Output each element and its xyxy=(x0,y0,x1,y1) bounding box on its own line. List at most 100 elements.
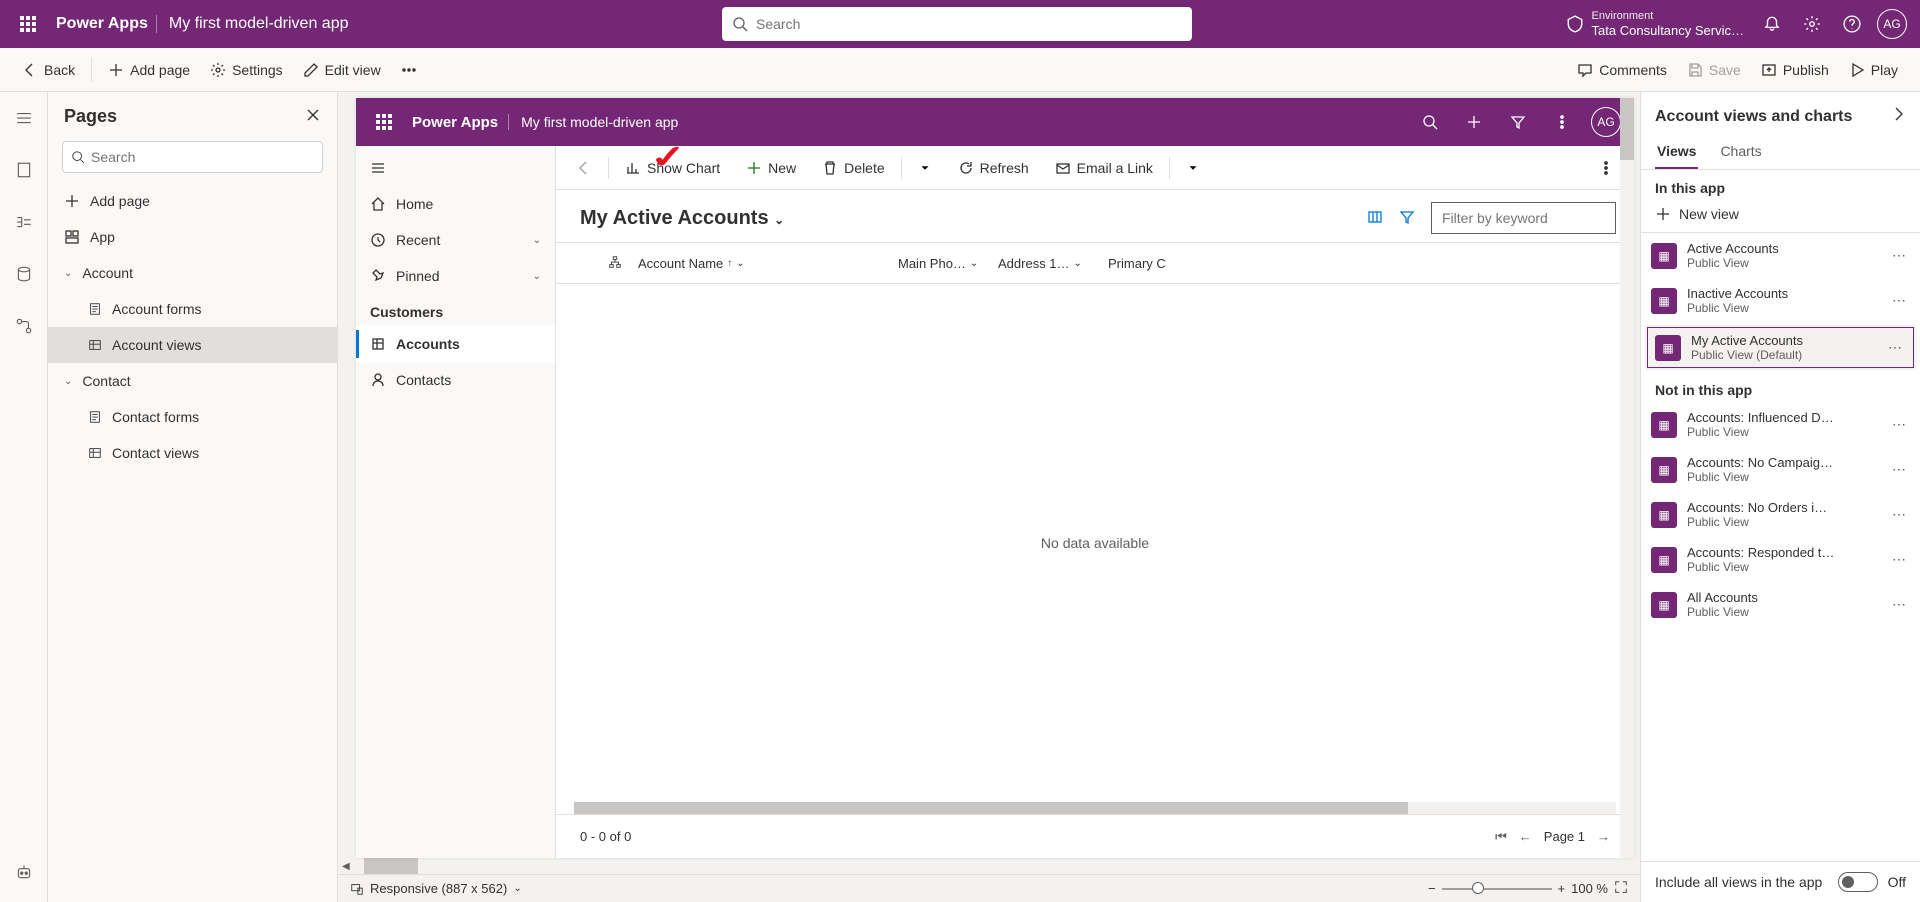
view-row-selected[interactable]: ▦ My Active AccountsPublic View (Default… xyxy=(1645,325,1916,370)
include-views-toggle[interactable] xyxy=(1838,872,1878,892)
account-avatar[interactable]: AG xyxy=(1872,4,1912,44)
page-next-icon[interactable]: → xyxy=(1597,829,1610,844)
play-button[interactable]: Play xyxy=(1839,56,1908,84)
nav-accounts[interactable]: Accounts xyxy=(356,326,555,362)
page-item-contact-views[interactable]: Contact views xyxy=(48,435,337,471)
page-prev-icon[interactable]: ← xyxy=(1519,829,1532,844)
nav-pinned[interactable]: Pinned⌄ xyxy=(356,258,555,294)
preview-app-launcher[interactable] xyxy=(364,102,404,142)
view-row[interactable]: ▦ Accounts: No Orders i…Public View ⋯ xyxy=(1641,492,1920,537)
pages-rail-icon[interactable] xyxy=(8,154,40,186)
show-chart-button[interactable]: Show Chart xyxy=(615,154,730,182)
view-row[interactable]: ▦ All AccountsPublic View ⋯ xyxy=(1641,582,1920,627)
view-more-button[interactable]: ⋯ xyxy=(1888,551,1910,568)
fit-button[interactable] xyxy=(1614,880,1628,897)
overflow-button[interactable] xyxy=(391,56,427,84)
edit-columns-button[interactable] xyxy=(1367,209,1383,228)
automation-rail-icon[interactable] xyxy=(8,310,40,342)
keyword-filter-input[interactable] xyxy=(1431,202,1616,234)
preview-hamburger[interactable] xyxy=(356,150,555,186)
preview-add-icon[interactable] xyxy=(1454,102,1494,142)
page-item-app[interactable]: App xyxy=(48,219,337,255)
chevron-down-icon xyxy=(918,161,932,175)
view-selector[interactable]: My Active Accounts ⌄ xyxy=(580,207,784,230)
view-more-button[interactable]: ⋯ xyxy=(1884,339,1906,356)
zoom-slider[interactable] xyxy=(1442,888,1552,890)
view-row[interactable]: ▦ Accounts: Influenced D…Public View ⋯ xyxy=(1641,402,1920,447)
preview-brand: Power Apps xyxy=(412,114,498,131)
page-first-icon[interactable]: ⏮ xyxy=(1495,829,1507,845)
pages-search[interactable] xyxy=(62,141,323,173)
delete-button[interactable]: Delete xyxy=(812,154,894,182)
properties-title: Account views and charts xyxy=(1655,108,1852,126)
delete-split-button[interactable] xyxy=(908,155,942,181)
preview-filter-icon[interactable] xyxy=(1498,102,1538,142)
page-item-account-views[interactable]: Account views xyxy=(48,327,337,363)
tab-charts[interactable]: Charts xyxy=(1718,135,1763,169)
view-row[interactable]: ▦ Accounts: No Campaig…Public View ⋯ xyxy=(1641,447,1920,492)
publish-button[interactable]: Publish xyxy=(1751,56,1839,84)
tree-rail-icon[interactable] xyxy=(8,206,40,238)
close-panel-button[interactable] xyxy=(305,107,321,126)
global-search-input[interactable] xyxy=(756,16,1182,32)
view-more-button[interactable]: ⋯ xyxy=(1888,292,1910,309)
preview-overflow[interactable] xyxy=(1588,154,1624,182)
filter-button[interactable] xyxy=(1399,209,1415,228)
view-row[interactable]: ▦ Active AccountsPublic View ⋯ xyxy=(1641,233,1920,278)
grid-horizontal-scrollbar[interactable] xyxy=(574,802,1616,814)
new-view-button[interactable]: New view xyxy=(1641,200,1920,232)
page-item-account[interactable]: ⌄ Account xyxy=(48,255,337,291)
view-more-button[interactable]: ⋯ xyxy=(1888,596,1910,613)
data-rail-icon[interactable] xyxy=(8,258,40,290)
back-button[interactable]: Back xyxy=(12,56,85,84)
view-icon xyxy=(88,338,102,352)
nav-recent[interactable]: Recent⌄ xyxy=(356,222,555,258)
col-address1[interactable]: Address 1… ⌄ xyxy=(998,256,1108,271)
comments-button[interactable]: Comments xyxy=(1567,56,1677,84)
email-link-button[interactable]: Email a Link xyxy=(1045,154,1163,182)
view-more-button[interactable]: ⋯ xyxy=(1888,461,1910,478)
col-main-phone[interactable]: Main Pho… ⌄ xyxy=(898,256,998,271)
view-more-button[interactable]: ⋯ xyxy=(1888,416,1910,433)
environment-picker[interactable]: Environment Tata Consultancy Servic… xyxy=(1566,10,1744,39)
play-icon xyxy=(1849,62,1865,78)
preview-search-icon[interactable] xyxy=(1410,102,1450,142)
refresh-button[interactable]: Refresh xyxy=(948,154,1039,182)
tab-views[interactable]: Views xyxy=(1655,135,1698,169)
form-icon xyxy=(88,410,102,424)
page-item-contact-forms[interactable]: Contact forms xyxy=(48,399,337,435)
view-more-button[interactable]: ⋯ xyxy=(1888,247,1910,264)
view-more-button[interactable]: ⋯ xyxy=(1888,506,1910,523)
new-button[interactable]: New xyxy=(736,154,806,182)
page-item-account-forms[interactable]: Account forms xyxy=(48,291,337,327)
forward-button[interactable] xyxy=(1890,106,1906,127)
col-primary[interactable]: Primary C xyxy=(1108,256,1166,271)
settings-icon[interactable] xyxy=(1792,4,1832,44)
zoom-in-button[interactable]: + xyxy=(1558,881,1566,896)
search-icon xyxy=(732,16,748,32)
hamburger-icon[interactable] xyxy=(8,102,40,134)
view-row[interactable]: ▦ Inactive AccountsPublic View ⋯ xyxy=(1641,278,1920,323)
global-search[interactable] xyxy=(722,7,1192,41)
view-row[interactable]: ▦ Accounts: Responded t…Public View ⋯ xyxy=(1641,537,1920,582)
edit-view-button[interactable]: Edit view xyxy=(293,56,391,84)
app-launcher-icon[interactable] xyxy=(8,4,48,44)
preview-more-icon[interactable] xyxy=(1542,102,1582,142)
page-item-contact[interactable]: ⌄ Contact xyxy=(48,363,337,399)
add-page-button[interactable]: Add page xyxy=(98,56,200,84)
help-icon[interactable] xyxy=(1832,4,1872,44)
env-label: Environment xyxy=(1592,10,1744,23)
notifications-icon[interactable] xyxy=(1752,4,1792,44)
email-split-button[interactable] xyxy=(1176,155,1210,181)
nav-home[interactable]: Home xyxy=(356,186,555,222)
canvas-horizontal-scrollbar[interactable]: ◀ xyxy=(338,858,1640,874)
pages-search-input[interactable] xyxy=(91,149,314,165)
nav-contacts[interactable]: Contacts xyxy=(356,362,555,398)
col-account-name[interactable]: Account Name ↑ ⌄ xyxy=(638,256,898,271)
bot-rail-icon[interactable] xyxy=(8,856,40,888)
zoom-out-button[interactable]: − xyxy=(1428,881,1436,896)
settings-button[interactable]: Settings xyxy=(200,56,293,84)
add-page-item[interactable]: Add page xyxy=(48,183,337,219)
canvas-vertical-scrollbar[interactable] xyxy=(1620,98,1634,858)
responsive-indicator[interactable]: Responsive (887 x 562) ⌄ xyxy=(350,881,522,896)
